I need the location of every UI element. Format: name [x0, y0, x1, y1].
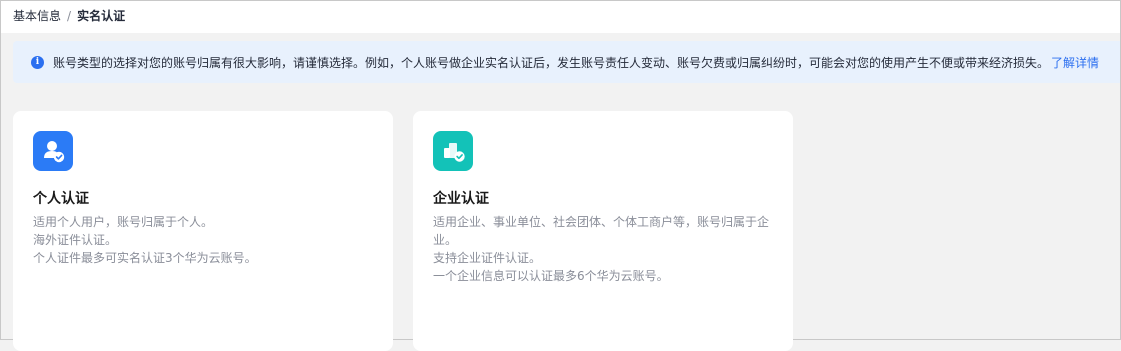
- notice-text: 账号类型的选择对您的账号归属有很大影响，请谨慎选择。例如，个人账号做企业实名认证…: [53, 55, 1050, 70]
- enterprise-verification-card[interactable]: 企业认证 适用企业、事业单位、社会团体、个体工商户等，账号归属于企 业。 支持企…: [413, 111, 793, 351]
- card-description-line: 支持企业证件认证。: [433, 251, 542, 265]
- card-description-line: 一个企业信息可以认证最多6个华为云账号。: [433, 269, 669, 283]
- card-description-line: 业。: [433, 233, 458, 247]
- top-bar: 基本信息 / 实名认证: [1, 1, 1120, 33]
- notice-banner: i 账号类型的选择对您的账号归属有很大影响，请谨慎选择。例如，个人账号做企业实名…: [13, 41, 1120, 83]
- user-verified-icon: [33, 131, 73, 171]
- info-icon: i: [31, 55, 44, 69]
- enterprise-verified-icon: [433, 131, 473, 171]
- breadcrumb: 基本信息 / 实名认证: [13, 7, 125, 25]
- breadcrumb-separator: /: [67, 9, 72, 23]
- card-title: 企业认证: [433, 191, 489, 207]
- card-description-line: 适用个人用户，账号归属于个人。: [33, 215, 214, 229]
- personal-verification-card[interactable]: 个人认证 适用个人用户，账号归属于个人。 海外证件认证。 个人证件最多可实名认证…: [13, 111, 393, 351]
- breadcrumb-current: 实名认证: [77, 9, 126, 23]
- card-description-line: 适用企业、事业单位、社会团体、个体工商户等，账号归属于企: [433, 215, 770, 229]
- card-title: 个人认证: [33, 191, 89, 207]
- card-description: 适用企业、事业单位、社会团体、个体工商户等，账号归属于企 业。 支持企业证件认证…: [433, 213, 773, 285]
- card-description-line: 海外证件认证。: [33, 233, 118, 247]
- learn-more-link[interactable]: 了解详情: [1051, 54, 1099, 71]
- breadcrumb-basic-info[interactable]: 基本信息: [13, 7, 61, 25]
- card-description-line: 个人证件最多可实名认证3个华为云账号。: [33, 251, 257, 265]
- card-description: 适用个人用户，账号归属于个人。 海外证件认证。 个人证件最多可实名认证3个华为云…: [33, 213, 373, 267]
